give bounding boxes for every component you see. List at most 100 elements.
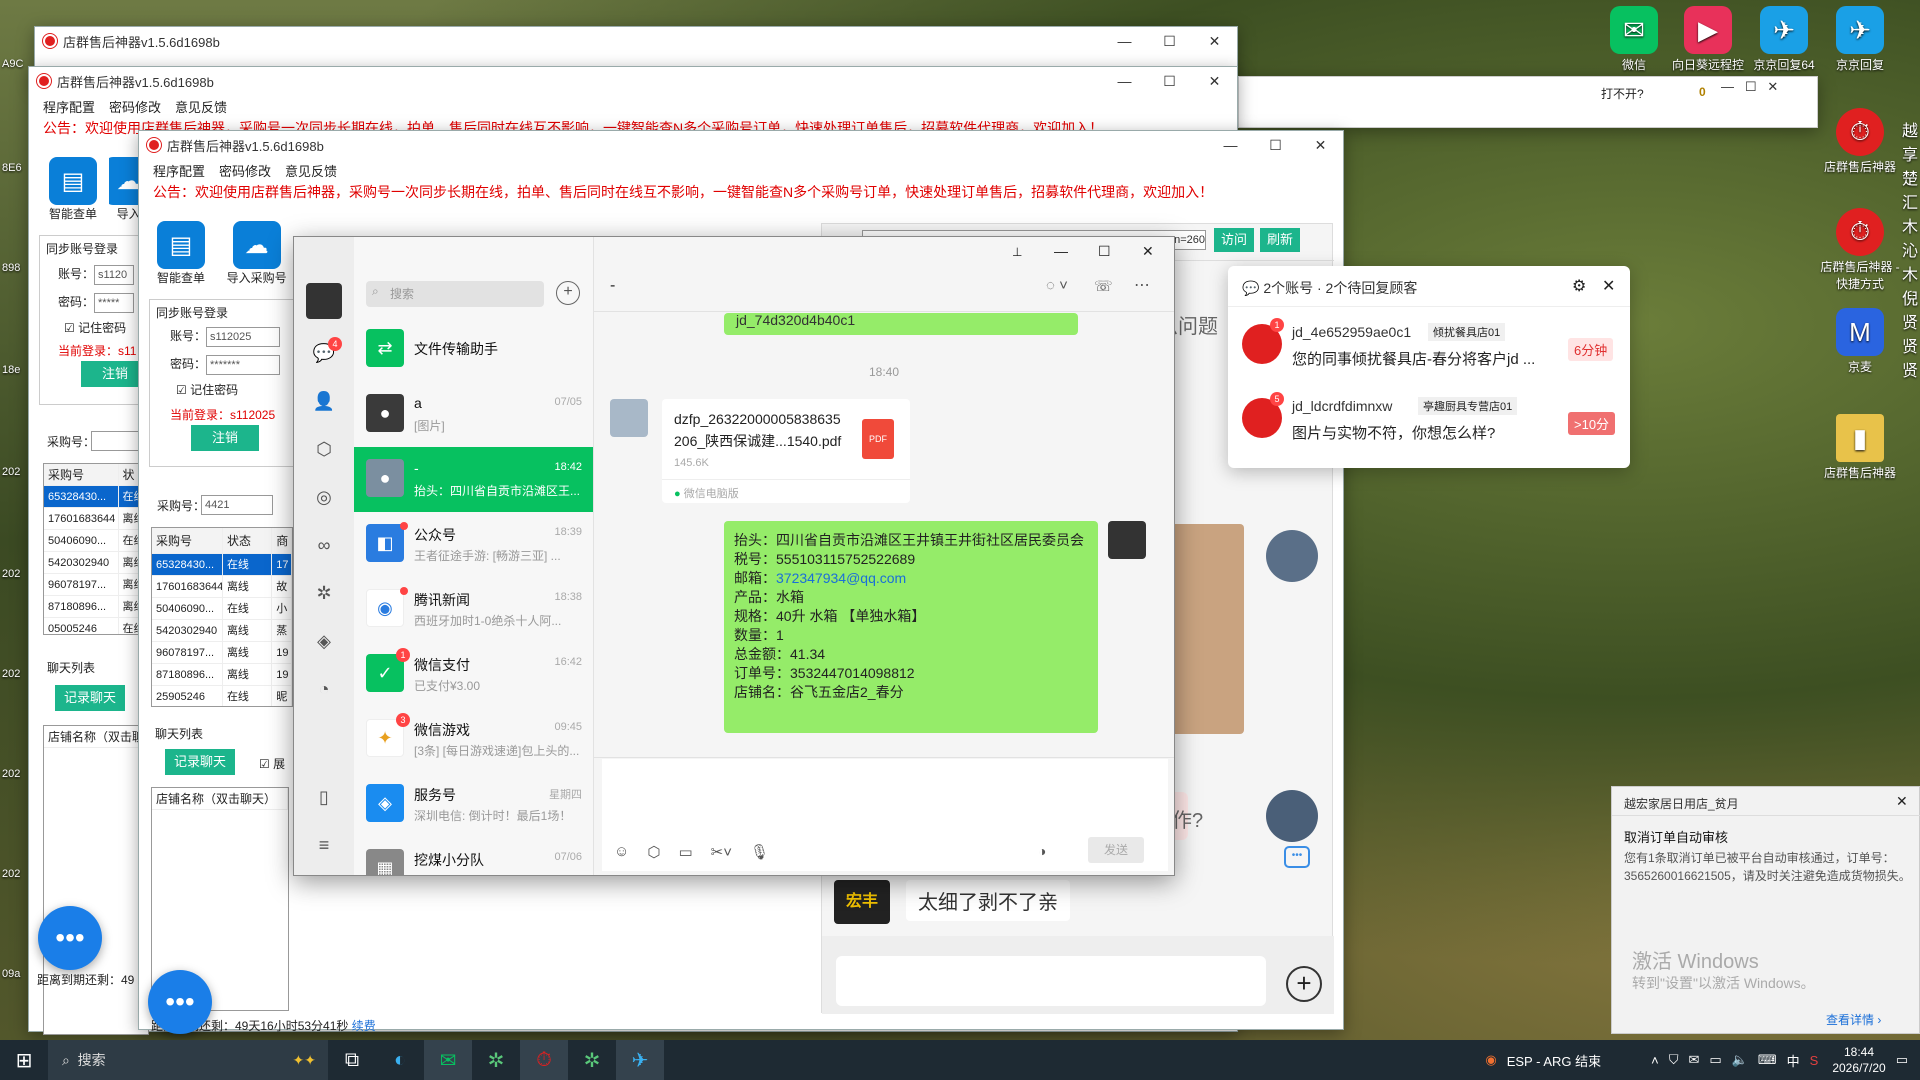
minimize-button[interactable]: — [1054, 243, 1068, 259]
smart-query-button[interactable]: ▤ 智能查单 [41, 157, 105, 222]
sogou-icon[interactable]: S [1810, 1053, 1819, 1068]
mini-programs-icon[interactable]: ◈ [312, 629, 336, 653]
renew-link[interactable]: 续费 [352, 1019, 376, 1033]
email-link[interactable]: 372347934@qq.com [776, 570, 906, 586]
maximize-button[interactable]: ☐ [1147, 73, 1192, 90]
table-row[interactable]: 05005246 在线 [44, 618, 148, 634]
more-icon[interactable]: ⋯ [1134, 275, 1150, 295]
emoji-icon[interactable]: ☺ [614, 843, 629, 861]
small-window[interactable]: 打不开? 0 — ☐ ✕ [1238, 76, 1818, 128]
voice-call-icon[interactable]: ◑ [1038, 843, 1046, 859]
moments-icon[interactable]: ◎ [312, 485, 336, 509]
phone-icon[interactable]: ▯ [312, 785, 336, 809]
desktop-icon-jingmai[interactable]: M 京麦 [1820, 308, 1900, 375]
add-icon[interactable]: + [1286, 966, 1322, 1002]
chat-options-icon[interactable]: ◌ ˅ [1046, 277, 1068, 294]
window-titlebar[interactable]: 店群售后神器v1.5.6d1698b — ☐ ✕ [29, 67, 1237, 95]
screenshot-icon[interactable]: ✂˅ [711, 843, 732, 861]
pin-icon[interactable]: ⊥ [1012, 245, 1022, 259]
account-field[interactable]: s112025 [206, 327, 281, 347]
taskbar-search[interactable]: ⌕ 搜索 ✦✦ [48, 1040, 328, 1080]
chat-item[interactable]: ⇄ 文件传输助手 [354, 317, 593, 382]
send-button[interactable]: 发送 [1088, 837, 1144, 863]
menu-program-config[interactable]: 程序配置 [43, 97, 95, 116]
edge-icon[interactable]: ◐ [376, 1040, 424, 1080]
maximize-button[interactable]: ☐ [1253, 137, 1298, 154]
logout-button[interactable]: 注销 [191, 425, 259, 451]
close-icon[interactable]: ✕ [1602, 276, 1615, 296]
file-message[interactable]: dzfp_26322000005838635 206_陕西保诚建...1540.… [662, 399, 910, 503]
floating-chat-icon[interactable]: ••• [38, 906, 102, 970]
chat-item[interactable]: ▦ 挖煤小分队 07/06 [354, 837, 593, 875]
wechat-taskbar-icon[interactable]: ✉ [424, 1040, 472, 1080]
maximize-button[interactable]: ☐ [1147, 33, 1192, 50]
desktop-icon-folder[interactable]: ▮ 店群售后神器 [1820, 414, 1900, 481]
chat-item[interactable]: ✓ 1 微信支付 已支付¥3.00 16:42 [354, 642, 593, 707]
refresh-button[interactable]: 刷新 [1260, 228, 1300, 252]
store-aftersale-taskbar-icon[interactable]: ⏱ [520, 1040, 568, 1080]
window-titlebar[interactable]: 店群售后神器v1.5.6d1698b — ☐ ✕ [139, 131, 1343, 159]
record-chat-button[interactable]: 记录聊天 [165, 749, 235, 775]
view-details-link[interactable]: 查看详情 › [1826, 1011, 1881, 1028]
close-button[interactable]: ✕ [1192, 73, 1237, 90]
jd-reply-taskbar-icon[interactable]: ✈ [616, 1040, 664, 1080]
chat-item[interactable]: ✦ 3 微信游戏 [3条] [每日游戏速递]包上头的... 09:45 [354, 707, 593, 772]
search-input[interactable]: 搜索 [366, 281, 544, 307]
menu-icon[interactable]: ≡ [312, 833, 336, 857]
task-view-icon[interactable]: ⧉ [328, 1040, 376, 1080]
music-icon[interactable]: ◔ [312, 677, 336, 701]
close-button[interactable]: ✕ [1142, 243, 1154, 260]
windows-start-icon[interactable]: ⊞ [0, 1040, 48, 1080]
contacts-icon[interactable]: 👤 [312, 389, 336, 413]
table-row[interactable]: 96078197... 离线 19 [152, 642, 292, 664]
menu-feedback[interactable]: 意见反馈 [285, 161, 337, 180]
network-icon[interactable]: ▭ [1709, 1052, 1721, 1068]
notification-center-icon[interactable]: ▭ [1896, 1052, 1908, 1068]
close-button[interactable]: ✕ [1298, 137, 1343, 154]
chat-item[interactable]: ◈ 服务号 深圳电信: 倒计时！最后1场！ 星期四 [354, 772, 593, 837]
remember-checkbox[interactable]: ☑ [176, 383, 187, 397]
settings-icon[interactable]: ⚙ [1572, 276, 1586, 296]
chat-item[interactable]: ● a [图片] 07/05 [354, 382, 593, 447]
minimize-button[interactable]: — [1208, 137, 1253, 154]
shield-icon[interactable]: ⛉ [1669, 1052, 1679, 1068]
clock[interactable]: 18:44 2026/7/20 [1832, 1044, 1885, 1076]
table-row[interactable]: 87180896... 离线 19 [152, 664, 292, 686]
remember-checkbox[interactable]: ☑ [64, 321, 75, 335]
table-row[interactable]: 17601683644 离线 [44, 508, 148, 530]
purchase-input[interactable]: 4421 [201, 495, 273, 515]
call-icon[interactable]: ☏ [1094, 277, 1113, 295]
password-field[interactable]: ***** [94, 293, 135, 313]
keyboard-icon[interactable]: ⌨ [1758, 1052, 1777, 1068]
tray-chevron-icon[interactable]: ˄ [1651, 1053, 1659, 1068]
table-row[interactable]: 96078197... 离线 [44, 574, 148, 596]
desktop-icon-jd-reply-64[interactable]: ✈ 京京回复64 [1744, 6, 1824, 73]
desktop-icon-store-aftersale[interactable]: ⏱ 店群售后神器 [1820, 108, 1900, 175]
browser-tray-icon[interactable]: ◉ [1485, 1052, 1496, 1068]
app-taskbar-icon[interactable]: ✲ [568, 1040, 616, 1080]
favorites-icon[interactable]: ⬡ [647, 843, 660, 861]
favorites-icon[interactable]: ⬡ [312, 437, 336, 461]
menu-password[interactable]: 密码修改 [109, 97, 161, 116]
floating-chat-icon[interactable]: ••• [148, 970, 212, 1034]
chat-item-active[interactable]: ● - 抬头：四川省自贡市沿滩区王... 18:42 [354, 447, 593, 512]
minimize-button[interactable]: — [1102, 73, 1147, 90]
table-row[interactable]: 50406090... 在线 [44, 530, 148, 552]
desktop-icon-jd-reply[interactable]: ✈ 京京回复 [1820, 6, 1900, 73]
table-row[interactable]: 5420302940 离线蒸 [152, 620, 292, 642]
pending-item[interactable]: 1 jd_4e652959ae0c1 倾扰餐具店01 您的同事倾扰餐具店-春分将… [1228, 314, 1630, 384]
app-taskbar-icon[interactable]: ✲ [472, 1040, 520, 1080]
import-purchase-button[interactable]: ☁ 导入采购号 [217, 221, 297, 286]
chat-item[interactable]: ◉ 腾讯新闻 西班牙加时1-0绝杀十人阿... 18:38 [354, 577, 593, 642]
chat-item[interactable]: ◧ 公众号 王者征途手游: [畅游三亚] ... 18:39 [354, 512, 593, 577]
pending-item[interactable]: 5 jd_ldcrdfdimnxw 亭趣厨具专营店01 图片与实物不符，你想怎么… [1228, 388, 1630, 458]
table-row[interactable]: 50406090... 在线小 [152, 598, 292, 620]
menu-program-config[interactable]: 程序配置 [153, 161, 205, 180]
table-row[interactable]: 17601683644 离线故 [152, 576, 292, 598]
desktop-icon-sunflower[interactable]: ▶ 向日葵远程控 [1668, 6, 1748, 73]
window-titlebar[interactable]: 店群售后神器v1.5.6d1698b — ☐ ✕ [35, 27, 1237, 55]
voice-icon[interactable]: 🎙 [750, 843, 769, 861]
table-row[interactable]: 65328430... 在线 17 [152, 554, 292, 576]
add-icon[interactable]: + [556, 281, 580, 305]
account-field[interactable]: s1120 [94, 265, 135, 285]
